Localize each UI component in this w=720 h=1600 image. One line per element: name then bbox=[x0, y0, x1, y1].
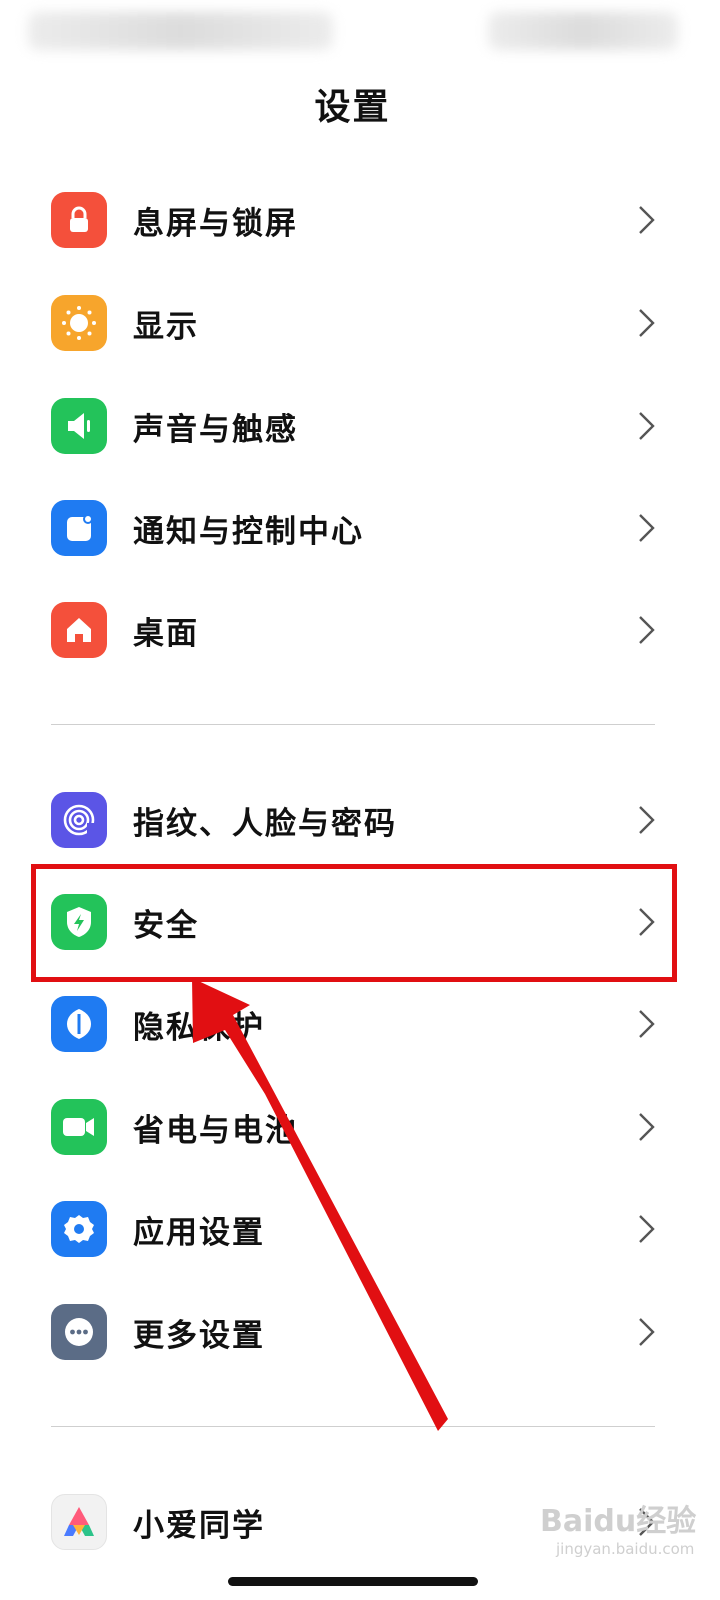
settings-item-privacy[interactable]: 隐私保护 bbox=[0, 974, 705, 1074]
settings-item-screen-lock[interactable]: 息屏与锁屏 bbox=[0, 170, 705, 270]
notification-icon bbox=[51, 500, 107, 556]
settings-item-fingerprint[interactable]: 指纹、人脸与密码 bbox=[0, 770, 705, 870]
settings-item-sound[interactable]: 声音与触感 bbox=[0, 376, 705, 476]
settings-item-display[interactable]: 显示 bbox=[0, 273, 705, 373]
chevron-right-icon bbox=[639, 1215, 655, 1243]
settings-item-label: 省电与电池 bbox=[133, 1112, 298, 1149]
settings-item-home-screen[interactable]: 桌面 bbox=[0, 580, 705, 680]
status-bar-right bbox=[488, 12, 678, 50]
settings-item-label: 更多设置 bbox=[133, 1317, 265, 1354]
settings-item-label: 通知与控制中心 bbox=[133, 513, 364, 550]
settings-item-battery[interactable]: 省电与电池 bbox=[0, 1077, 705, 1177]
settings-item-label: 声音与触感 bbox=[133, 411, 298, 448]
section-divider bbox=[51, 724, 655, 725]
settings-item-label: 小爱同学 bbox=[133, 1507, 265, 1544]
chevron-right-icon bbox=[639, 1010, 655, 1038]
chevron-right-icon bbox=[639, 412, 655, 440]
settings-item-label: 隐私保护 bbox=[133, 1009, 265, 1046]
watermark-url: jingyan.baidu.com bbox=[556, 1540, 695, 1558]
settings-item-label: 显示 bbox=[133, 308, 199, 345]
chevron-right-icon bbox=[639, 309, 655, 337]
gear-icon bbox=[51, 1201, 107, 1257]
privacy-icon bbox=[51, 996, 107, 1052]
chevron-right-icon bbox=[639, 1113, 655, 1141]
home-indicator[interactable] bbox=[228, 1577, 478, 1586]
settings-item-app-settings[interactable]: 应用设置 bbox=[0, 1179, 705, 1279]
settings-item-more-settings[interactable]: 更多设置 bbox=[0, 1282, 705, 1382]
chevron-right-icon bbox=[639, 206, 655, 234]
settings-item-label: 桌面 bbox=[133, 615, 199, 652]
settings-item-label: 应用设置 bbox=[133, 1214, 265, 1251]
speaker-icon bbox=[51, 398, 107, 454]
settings-item-label: 指纹、人脸与密码 bbox=[133, 805, 397, 842]
page-title: 设置 bbox=[314, 87, 391, 128]
xiaoai-icon bbox=[51, 1494, 107, 1550]
watermark: Baidu经验 bbox=[540, 1504, 697, 1539]
more-icon bbox=[51, 1304, 107, 1360]
battery-icon bbox=[51, 1099, 107, 1155]
status-bar-left bbox=[28, 12, 333, 50]
lock-icon bbox=[51, 192, 107, 248]
sun-icon bbox=[51, 295, 107, 351]
fingerprint-icon bbox=[51, 792, 107, 848]
chevron-right-icon bbox=[639, 806, 655, 834]
chevron-right-icon bbox=[639, 616, 655, 644]
settings-item-label: 息屏与锁屏 bbox=[133, 205, 298, 242]
settings-item-notifications[interactable]: 通知与控制中心 bbox=[0, 478, 705, 578]
chevron-right-icon bbox=[639, 514, 655, 542]
chevron-right-icon bbox=[639, 1318, 655, 1346]
highlight-box bbox=[31, 864, 677, 982]
section-divider bbox=[51, 1426, 655, 1427]
home-icon bbox=[51, 602, 107, 658]
